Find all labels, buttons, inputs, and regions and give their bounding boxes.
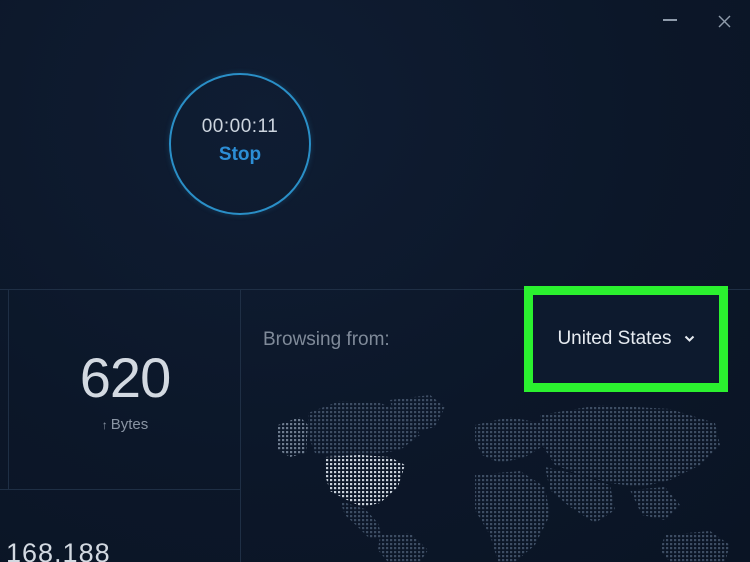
stop-button[interactable]: Stop (219, 144, 261, 166)
connection-timer-button[interactable]: 00:00:11 Stop (169, 73, 311, 215)
upload-unit: Bytes (110, 416, 149, 433)
download-value: 168,188 (6, 538, 111, 562)
close-icon (718, 15, 730, 27)
selected-country: United States (557, 328, 672, 349)
arrow-up-icon: ↑ (101, 418, 108, 432)
upload-unit-label: ↑ Bytes (10, 416, 240, 433)
vpn-app-window: 00:00:11 Stop 620 ↑ Bytes 168,188 Browsin… (0, 0, 750, 562)
divider (240, 289, 241, 562)
close-button[interactable] (711, 8, 737, 34)
minimize-button[interactable] (657, 8, 683, 34)
chevron-down-icon (684, 330, 695, 348)
minimize-icon (663, 19, 677, 21)
elapsed-time: 00:00:11 (201, 116, 279, 137)
divider (8, 289, 9, 489)
divider (0, 489, 240, 490)
world-map (270, 395, 740, 562)
country-dropdown[interactable]: United States (524, 286, 728, 392)
upload-value: 620 (79, 346, 171, 409)
browsing-from-label: Browsing from: (263, 329, 390, 350)
